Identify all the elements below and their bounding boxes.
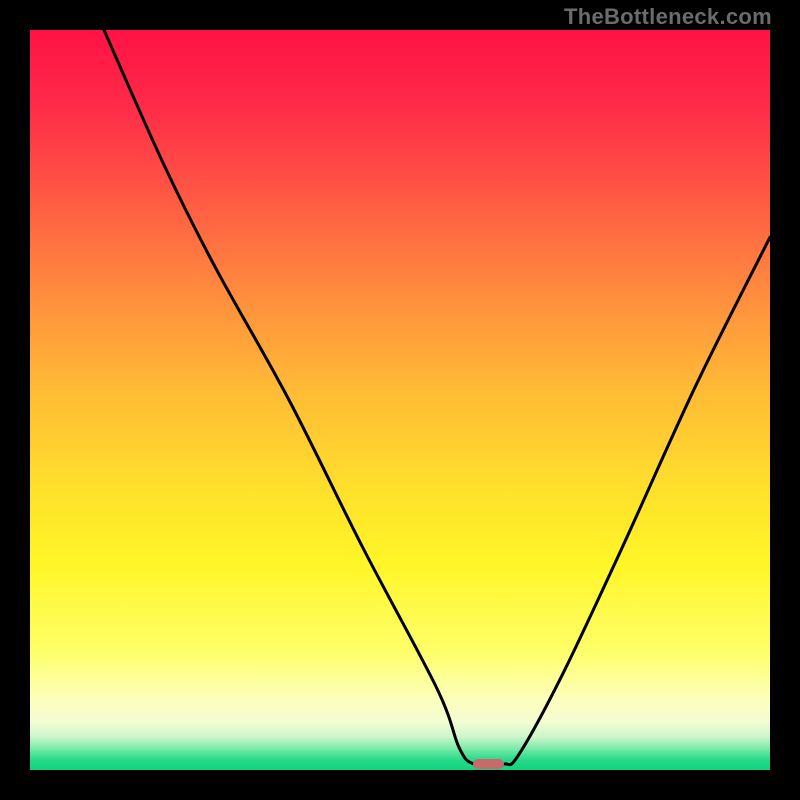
- plot-area: [30, 30, 770, 770]
- watermark-text: TheBottleneck.com: [564, 4, 772, 30]
- curve-layer: [30, 30, 770, 770]
- bottleneck-curve: [104, 30, 770, 766]
- optimal-marker: [473, 759, 504, 769]
- chart-frame: TheBottleneck.com: [0, 0, 800, 800]
